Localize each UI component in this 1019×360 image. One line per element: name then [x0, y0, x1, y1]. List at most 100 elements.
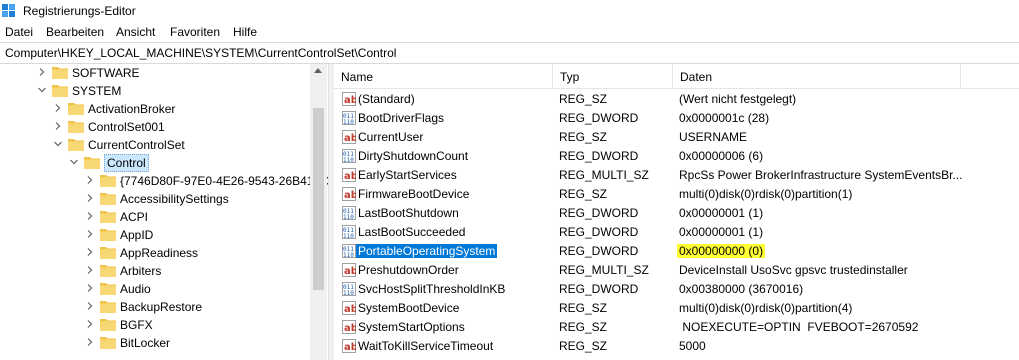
tree-item[interactable]: SOFTWARE — [0, 64, 328, 82]
svg-text:ab: ab — [344, 171, 356, 182]
chevron-right-icon[interactable] — [86, 248, 94, 256]
menu-ansicht[interactable]: Ansicht — [116, 25, 155, 39]
value-row[interactable]: ab CurrentUser REG_SZ USERNAME — [334, 128, 1019, 147]
value-name: (Standard) — [358, 92, 415, 106]
tree-item[interactable]: AppID — [0, 226, 328, 244]
tree-item-label: BGFX — [120, 318, 153, 332]
address-path[interactable]: Computer\HKEY_LOCAL_MACHINE\SYSTEM\Curre… — [5, 46, 396, 60]
tree-item[interactable]: CurrentControlSet — [0, 136, 328, 154]
tree-item[interactable]: Audio — [0, 280, 328, 298]
value-type: REG_SZ — [559, 130, 608, 144]
tree-scrollbar[interactable] — [310, 64, 327, 360]
chevron-right-icon[interactable] — [86, 230, 94, 238]
scrollbar-thumb[interactable] — [313, 108, 324, 290]
scroll-up-icon[interactable] — [314, 68, 322, 73]
folder-icon — [100, 337, 116, 349]
string-value-icon: ab — [342, 168, 356, 182]
value-type: REG_DWORD — [559, 149, 639, 163]
address-bar[interactable]: Computer\HKEY_LOCAL_MACHINE\SYSTEM\Curre… — [0, 42, 1019, 64]
value-name: SystemBootDevice — [358, 301, 460, 315]
chevron-right-icon[interactable] — [86, 212, 94, 220]
values-list[interactable]: Name Typ Daten ab (Standard) REG_SZ (Wert n… — [334, 64, 1019, 360]
value-row[interactable]: ab FirmwareBootDevice REG_SZ multi(0)disk(0… — [334, 185, 1019, 204]
list-header: Name Typ Daten — [334, 64, 1019, 89]
chevron-right-icon[interactable] — [54, 104, 62, 112]
tree-item[interactable]: SYSTEM — [0, 82, 328, 100]
chevron-right-icon[interactable] — [86, 194, 94, 202]
chevron-down-icon[interactable] — [38, 86, 46, 94]
value-data: 0x00000006 (6) — [679, 149, 764, 163]
column-type-label: Typ — [560, 70, 580, 84]
svg-text:110: 110 — [343, 119, 354, 125]
folder-icon — [52, 67, 68, 79]
value-row[interactable]: 011 110 DirtyShutdownCount REG_DWORD 0x00000… — [334, 147, 1019, 166]
menu-hilfe[interactable]: Hilfe — [233, 25, 257, 39]
value-name: PreshutdownOrder — [358, 263, 459, 277]
chevron-right-icon[interactable] — [54, 122, 62, 130]
value-row[interactable]: ab SystemBootDevice REG_SZ multi(0)disk(0)r… — [334, 299, 1019, 318]
binary-value-icon: 011110 — [342, 149, 356, 163]
binary-value-icon: 011110 — [342, 225, 356, 239]
menu-bearbeiten[interactable]: Bearbeiten — [46, 25, 104, 39]
svg-text:110: 110 — [343, 157, 354, 163]
chevron-right-icon[interactable] — [86, 338, 94, 346]
chevron-down-icon[interactable] — [70, 158, 78, 166]
binary-value-icon: 011110 — [342, 111, 356, 125]
value-row[interactable]: 011 110 LastBootShutdown REG_DWORD 0x0000000… — [334, 204, 1019, 223]
value-row[interactable]: 011 110 PortableOperatingSystem REG_DWORD 0x… — [334, 242, 1019, 261]
tree-item[interactable]: BGFX — [0, 316, 328, 334]
value-row[interactable]: ab WaitToKillServiceTimeout REG_SZ 5000 — [334, 337, 1019, 356]
folder-icon — [52, 85, 68, 97]
chevron-right-icon[interactable] — [86, 176, 94, 184]
tree-item[interactable]: AppReadiness — [0, 244, 328, 262]
value-row[interactable]: 011 110 LastBootSucceeded REG_DWORD 0x000000… — [334, 223, 1019, 242]
svg-text:ab: ab — [344, 323, 356, 334]
key-tree[interactable]: SOFTWARE SYSTEM ActivationBroker ControlSet… — [0, 64, 328, 360]
menu-favoriten[interactable]: Favoriten — [170, 25, 220, 39]
svg-text:ab: ab — [344, 304, 356, 315]
chevron-right-icon[interactable] — [86, 302, 94, 310]
column-name-header[interactable]: Name — [334, 64, 553, 89]
svg-text:110: 110 — [343, 290, 354, 296]
tree-item[interactable]: ActivationBroker — [0, 100, 328, 118]
value-data: 0x00000001 (1) — [679, 206, 764, 220]
chevron-right-icon[interactable] — [38, 68, 46, 76]
svg-text:110: 110 — [343, 252, 354, 258]
value-row[interactable]: ab SystemStartOptions REG_SZ NOEXECUTE=OPT… — [334, 318, 1019, 337]
chevron-down-icon[interactable] — [54, 140, 62, 148]
tree-item[interactable]: {7746D80F-97E0-4E26-9543-26B41FC — [0, 172, 328, 190]
column-type-header[interactable]: Typ — [553, 64, 673, 89]
value-type: REG_SZ — [559, 92, 608, 106]
tree-item[interactable]: ControlSet001 — [0, 118, 328, 136]
value-name: LastBootSucceeded — [358, 225, 466, 239]
folder-icon — [68, 121, 84, 133]
value-type: REG_DWORD — [559, 244, 639, 258]
tree-item[interactable]: BackupRestore — [0, 298, 328, 316]
value-row[interactable]: ab PreshutdownOrder REG_MULTI_SZ DeviceInst… — [334, 261, 1019, 280]
svg-text:110: 110 — [343, 233, 354, 239]
value-row[interactable]: ab EarlyStartServices REG_MULTI_SZ RpcSs Po… — [334, 166, 1019, 185]
folder-icon — [68, 139, 84, 151]
value-name: EarlyStartServices — [358, 168, 457, 182]
chevron-right-icon[interactable] — [86, 266, 94, 274]
value-type: REG_MULTI_SZ — [559, 263, 649, 277]
column-data-header[interactable]: Daten — [673, 64, 961, 89]
value-name: SystemStartOptions — [358, 320, 465, 334]
registry-editor-icon — [2, 4, 15, 17]
tree-item[interactable]: Control — [0, 154, 328, 172]
folder-icon — [100, 265, 116, 277]
svg-text:ab: ab — [344, 266, 356, 277]
tree-item[interactable]: Arbiters — [0, 262, 328, 280]
value-row[interactable]: 011 110 BootDriverFlags REG_DWORD 0x0000001c… — [334, 109, 1019, 128]
menu-datei[interactable]: Datei — [5, 25, 33, 39]
value-row[interactable]: ab (Standard) REG_SZ (Wert nicht festgelegt… — [334, 90, 1019, 109]
chevron-right-icon[interactable] — [86, 320, 94, 328]
tree-item[interactable]: ACPI — [0, 208, 328, 226]
title-bar: Registrierungs-Editor — [0, 0, 1019, 22]
chevron-right-icon[interactable] — [86, 284, 94, 292]
value-row[interactable]: 011 110 SvcHostSplitThresholdInKB REG_DWORD… — [334, 280, 1019, 299]
tree-item[interactable]: AccessibilitySettings — [0, 190, 328, 208]
tree-item-label: {7746D80F-97E0-4E26-9543-26B41FC — [120, 174, 328, 188]
svg-text:110: 110 — [343, 214, 354, 220]
tree-item[interactable]: BitLocker — [0, 334, 328, 352]
